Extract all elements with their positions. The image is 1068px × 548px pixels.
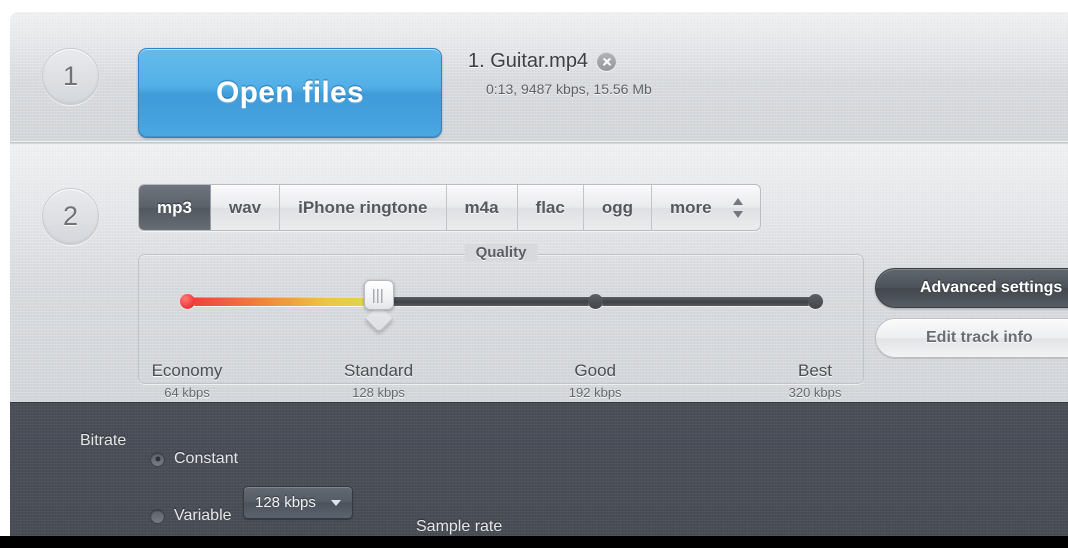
file-metadata: 0:13, 9487 kbps, 15.56 Mb	[486, 81, 652, 97]
radio-label: Constant	[174, 450, 239, 467]
radio-label: Variable	[174, 507, 232, 524]
file-name: 1. Guitar.mp4	[468, 50, 589, 72]
slider-handle-body	[363, 280, 394, 310]
quality-mark-name: Good	[574, 361, 616, 380]
quality-mark-name: Standard	[344, 361, 414, 380]
up-down-arrows-icon	[732, 197, 743, 218]
tab-more[interactable]: more	[652, 185, 760, 230]
slider-filled-range	[187, 297, 379, 306]
step-number-badge-1: 1	[42, 48, 99, 105]
sample-rate-label: Sample rate	[416, 518, 503, 535]
quality-fieldset: Quality Economy 64 kbps Standard 128 kbp…	[138, 244, 864, 400]
tab-more-label: more	[669, 197, 712, 217]
tab-m4a[interactable]: m4a	[447, 185, 518, 230]
bitrate-label: Bitrate	[80, 432, 127, 449]
quality-mark-good: Good 192 kbps	[525, 361, 665, 400]
tab-ogg[interactable]: ogg	[584, 185, 652, 230]
slider-stop-good[interactable]	[588, 294, 604, 309]
advanced-settings-panel: Bitrate Constant Variable 128 kbps Sampl…	[10, 402, 1068, 536]
quality-mark-standard: Standard 128 kbps	[309, 361, 449, 400]
slider-handle-grip-icon	[372, 289, 385, 303]
chevron-down-icon	[331, 499, 341, 506]
tab-flac[interactable]: flac	[518, 185, 584, 230]
quality-mark-bitrate: 192 kbps	[568, 385, 622, 400]
tab-mp3[interactable]: mp3	[139, 185, 211, 230]
quality-mark-name: Economy	[151, 361, 223, 380]
slider-stop-economy[interactable]	[180, 294, 195, 309]
format-tab-bar: mp3 wav iPhone ringtone m4a flac ogg mor…	[138, 184, 761, 231]
slider-stop-best[interactable]	[808, 294, 823, 309]
step-1-section: 1 Open files 1. Guitar.mp4 0:13, 9487 kb…	[10, 12, 1068, 143]
quality-legend: Quality	[464, 244, 538, 261]
slider-handle[interactable]	[363, 280, 394, 322]
file-info: 1. Guitar.mp4 0:13, 9487 kbps, 15.56 Mb	[468, 50, 652, 97]
quality-mark-best: Best 320 kbps	[745, 361, 885, 400]
quality-mark-bitrate: 128 kbps	[352, 385, 405, 400]
close-circle-icon[interactable]	[597, 52, 617, 71]
quality-mark-bitrate: 64 kbps	[164, 385, 210, 400]
step-2-section: 2 mp3 wav iPhone ringtone m4a flac ogg m…	[10, 144, 1068, 402]
quality-slider[interactable]: Economy 64 kbps Standard 128 kbps Good 1…	[152, 280, 841, 400]
quality-mark-name: Best	[797, 361, 833, 380]
edit-track-info-button[interactable]: Edit track info	[875, 318, 1068, 358]
tab-iphone-ringtone[interactable]: iPhone ringtone	[280, 185, 447, 230]
quality-mark-economy: Economy 64 kbps	[117, 361, 257, 400]
bitrate-value: 128 kbps	[255, 494, 316, 511]
bitrate-mode-constant[interactable]: Constant	[150, 450, 1068, 468]
advanced-settings-button[interactable]: Advanced settings	[875, 268, 1068, 308]
bitrate-dropdown[interactable]: 128 kbps	[243, 486, 353, 519]
quality-mark-bitrate: 320 kbps	[788, 385, 842, 400]
converter-window: 1 Open files 1. Guitar.mp4 0:13, 9487 kb…	[10, 12, 1068, 536]
radio-icon-constant	[150, 451, 165, 467]
radio-icon-variable	[150, 508, 165, 524]
bottom-black-bar	[0, 536, 1068, 548]
tab-wav[interactable]: wav	[211, 185, 281, 230]
open-files-button[interactable]: Open files	[138, 48, 442, 138]
step-number-badge-2: 2	[42, 188, 99, 245]
